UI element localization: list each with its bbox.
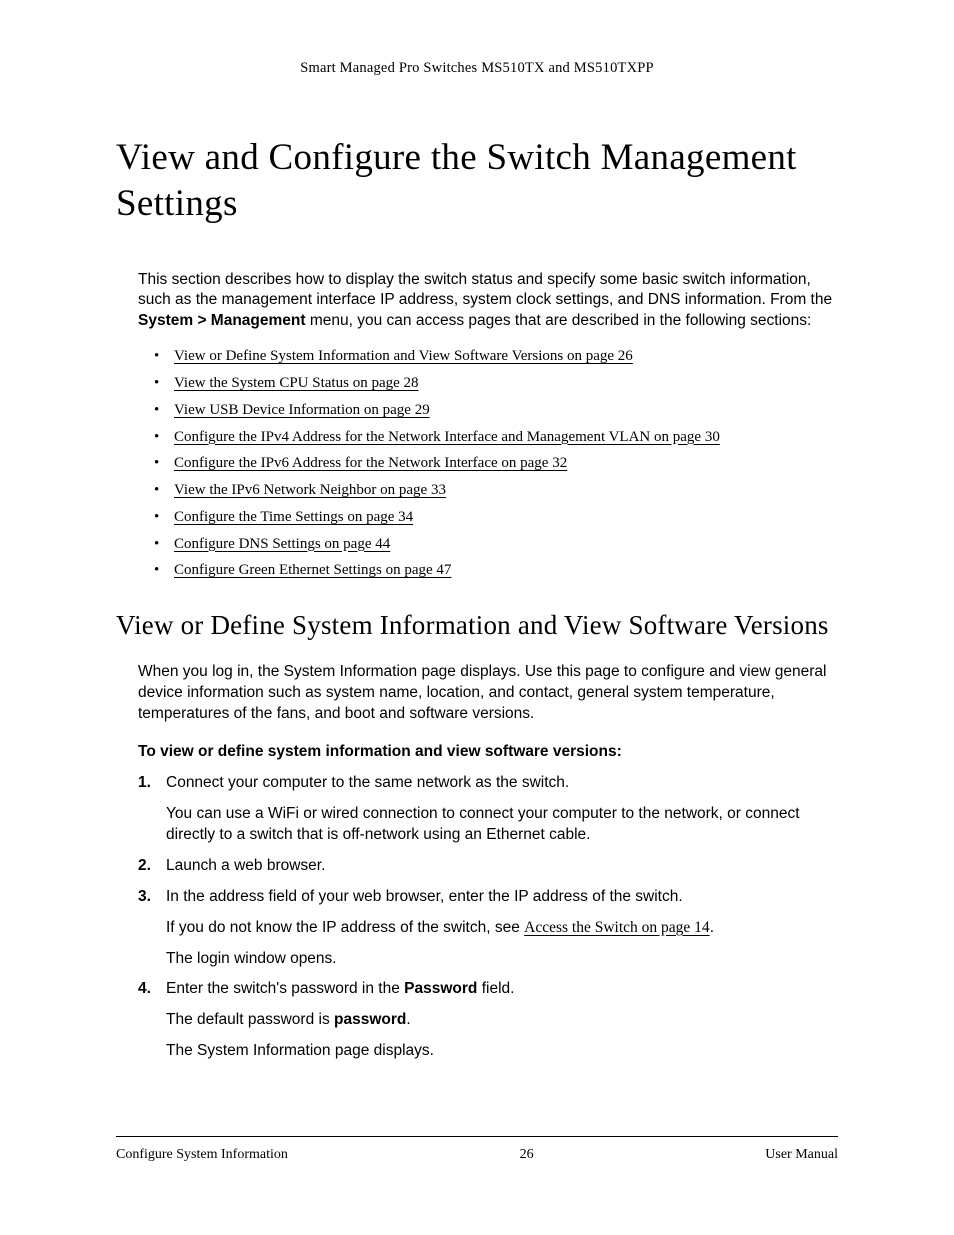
intro-text-b: menu, you can access pages that are desc… — [306, 312, 812, 329]
step-subtext: The login window opens. — [166, 949, 838, 970]
step-text-a: Enter the switch's password in the — [166, 980, 404, 997]
step-item: Enter the switch's password in the Passw… — [138, 979, 838, 1062]
step-item: Connect your computer to the same networ… — [138, 773, 838, 846]
toc-link[interactable]: Configure the IPv4 Address for the Netwo… — [174, 429, 720, 445]
step-item: Launch a web browser. — [138, 856, 838, 877]
toc-link[interactable]: Configure the Time Settings on page 34 — [174, 509, 413, 525]
list-item: Configure DNS Settings on page 44 — [154, 534, 838, 554]
running-header: Smart Managed Pro Switches MS510TX and M… — [116, 60, 838, 77]
intro-bold: System > Management — [138, 312, 306, 329]
list-item: Configure Green Ethernet Settings on pag… — [154, 560, 838, 580]
list-item: View the IPv6 Network Neighbor on page 3… — [154, 480, 838, 500]
intro-paragraph: This section describes how to display th… — [138, 270, 838, 333]
document-page: Smart Managed Pro Switches MS510TX and M… — [0, 0, 954, 1235]
toc-link[interactable]: View or Define System Information and Vi… — [174, 348, 633, 364]
intro-text-a: This section describes how to display th… — [138, 271, 832, 309]
step-text-b: field. — [477, 980, 514, 997]
step-subtext-b: . — [406, 1011, 410, 1028]
list-item: View USB Device Information on page 29 — [154, 400, 838, 420]
footer-right: User Manual — [765, 1147, 838, 1163]
list-item: Configure the IPv4 Address for the Netwo… — [154, 427, 838, 447]
step-subtext: You can use a WiFi or wired connection t… — [166, 804, 838, 846]
footer-left: Configure System Information — [116, 1147, 288, 1163]
page-footer: Configure System Information 26 User Man… — [116, 1136, 838, 1163]
step-subtext: If you do not know the IP address of the… — [166, 918, 838, 939]
toc-link[interactable]: Configure the IPv6 Address for the Netwo… — [174, 455, 567, 471]
page-number: 26 — [520, 1147, 534, 1163]
list-item: View or Define System Information and Vi… — [154, 346, 838, 366]
step-text: Launch a web browser. — [166, 857, 325, 874]
toc-link[interactable]: View the IPv6 Network Neighbor on page 3… — [174, 482, 446, 498]
section-heading: View or Define System Information and Vi… — [116, 609, 838, 643]
cross-ref-link[interactable]: Access the Switch on page 14 — [524, 919, 710, 936]
section-paragraph: When you log in, the System Information … — [138, 662, 838, 725]
list-item: Configure the IPv6 Address for the Netwo… — [154, 453, 838, 473]
page-title: View and Configure the Switch Management… — [116, 135, 838, 228]
toc-link[interactable]: View the System CPU Status on page 28 — [174, 375, 419, 391]
step-subtext: The default password is password. — [166, 1010, 838, 1031]
list-item: Configure the Time Settings on page 34 — [154, 507, 838, 527]
toc-link-list: View or Define System Information and Vi… — [154, 346, 838, 580]
step-subtext: The System Information page displays. — [166, 1041, 838, 1062]
procedure-steps: Connect your computer to the same networ… — [138, 773, 838, 1062]
step-subtext-a: If you do not know the IP address of the… — [166, 919, 524, 936]
procedure-title: To view or define system information and… — [138, 743, 838, 761]
toc-link[interactable]: View USB Device Information on page 29 — [174, 402, 430, 418]
step-subtext-a: The default password is — [166, 1011, 334, 1028]
toc-link[interactable]: Configure Green Ethernet Settings on pag… — [174, 562, 451, 578]
list-item: View the System CPU Status on page 28 — [154, 373, 838, 393]
step-text: In the address field of your web browser… — [166, 888, 683, 905]
step-subtext-b: . — [710, 919, 714, 936]
step-bold: Password — [404, 980, 477, 997]
step-subtext-bold: password — [334, 1011, 406, 1028]
step-item: In the address field of your web browser… — [138, 887, 838, 970]
toc-link[interactable]: Configure DNS Settings on page 44 — [174, 536, 390, 552]
step-text: Connect your computer to the same networ… — [166, 774, 569, 791]
